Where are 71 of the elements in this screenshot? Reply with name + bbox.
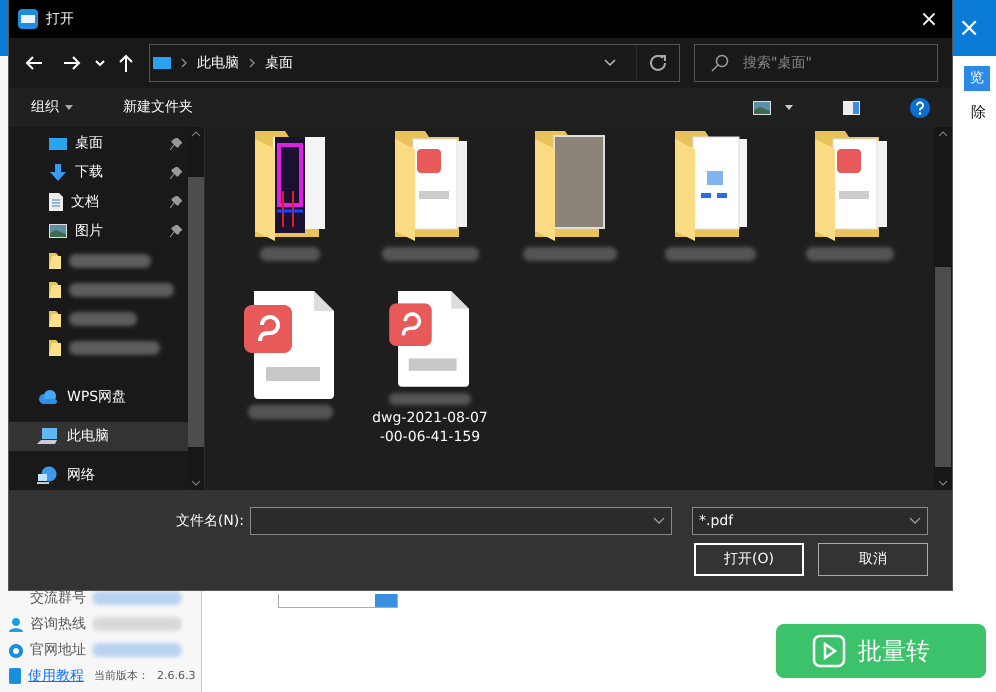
info-label: 交流群号	[30, 588, 86, 608]
nav-item[interactable]: 下载	[9, 158, 188, 188]
address-bar[interactable]: 此电脑 桌面	[149, 44, 680, 82]
search-icon	[711, 54, 729, 72]
help-icon	[910, 98, 930, 118]
monitor-icon	[153, 56, 171, 70]
download-arrow-icon	[49, 164, 67, 182]
file-name[interactable]: dwg-2021-08-07-00-06-41-159	[372, 409, 488, 447]
close-button[interactable]: ×	[954, 15, 984, 41]
nav-item[interactable]: 桌面	[9, 129, 188, 158]
desktop-icon	[49, 136, 67, 151]
file-type-dropdown[interactable]: *.pdf	[692, 507, 928, 535]
breadcrumb-item[interactable]: 此电脑	[197, 52, 239, 74]
info-label: 官网地址	[30, 640, 86, 660]
landscape-icon	[753, 100, 771, 114]
version-number: 2.6.6.3	[157, 668, 196, 684]
app-logo-icon	[18, 9, 38, 29]
chevron-down-icon	[909, 517, 921, 525]
pdf-file-icon	[244, 291, 336, 399]
chevron-right-icon	[249, 58, 255, 68]
filename-label: 文件名(N):	[176, 512, 244, 530]
nav-item[interactable]: 文档	[9, 188, 188, 217]
chevron-down-icon	[604, 59, 616, 67]
scrollbar[interactable]	[934, 127, 952, 490]
blurred-text	[69, 312, 137, 326]
close-button[interactable]: ×	[906, 2, 952, 36]
delete-label[interactable]: 除	[971, 101, 986, 124]
search-field[interactable]: 搜索"桌面"	[694, 44, 938, 82]
scroll-up-icon	[191, 131, 201, 137]
folder-icon	[49, 311, 61, 328]
globe-network-icon	[37, 466, 59, 484]
new-folder-button[interactable]: 新建文件夹	[113, 97, 203, 118]
folder-icon	[49, 282, 61, 298]
play-icon	[812, 634, 846, 668]
recent-locations-button[interactable]	[95, 59, 105, 67]
info-label: 咨询热线	[30, 614, 86, 634]
caret-icon	[785, 105, 793, 110]
blurred-text	[260, 247, 320, 261]
forward-arrow-icon	[63, 55, 81, 71]
scrollbar[interactable]	[188, 127, 204, 490]
cancel-button[interactable]: 取消	[818, 543, 928, 576]
folder-icon	[49, 252, 61, 269]
preview-pane-icon	[843, 100, 860, 114]
tutorial-link[interactable]: 使用教程	[28, 666, 84, 686]
open-button[interactable]: 打开(O)	[694, 543, 804, 576]
up-arrow-icon	[119, 54, 133, 72]
cloud-icon	[37, 389, 59, 406]
breadcrumb-item[interactable]: 桌面	[265, 52, 293, 74]
scroll-down-icon	[191, 480, 201, 486]
nav-item[interactable]: WPS网盘	[9, 382, 188, 412]
nav-item[interactable]: 网络	[9, 460, 188, 490]
caret-icon	[65, 105, 73, 110]
filename-field[interactable]	[250, 507, 672, 535]
chevron-down-icon	[95, 59, 105, 67]
nav-item[interactable]: 图片	[9, 216, 188, 246]
folder-icon	[49, 340, 61, 356]
scroll-up-icon	[938, 131, 948, 137]
picture-icon	[49, 224, 67, 238]
back-arrow-icon	[25, 55, 43, 71]
scroll-down-icon	[938, 480, 948, 486]
window-title: 打开	[46, 10, 74, 28]
chevron-down-icon	[653, 517, 665, 525]
chevron-right-icon	[181, 58, 187, 68]
document-icon	[49, 193, 63, 212]
refresh-icon	[649, 54, 667, 72]
nav-item[interactable]: 此电脑	[9, 422, 188, 451]
browse-button[interactable]: 览	[964, 66, 990, 91]
computer-icon	[37, 427, 59, 446]
version-label: 当前版本：	[94, 668, 149, 684]
output-type-dropdown[interactable]	[278, 594, 398, 608]
organize-menu[interactable]: 组织	[21, 97, 83, 118]
